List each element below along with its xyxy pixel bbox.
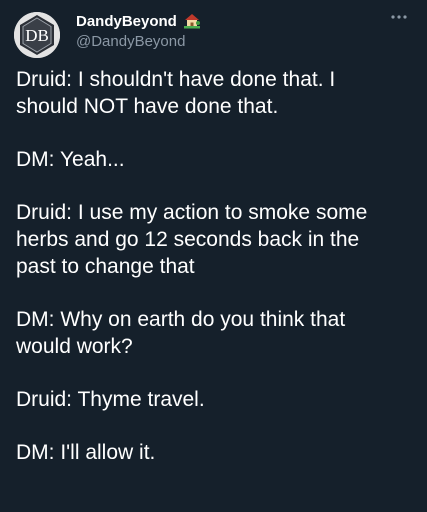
tweet-header: DB DandyBeyond @DandyBeyond (0, 0, 427, 64)
dndbeyond-logo-icon: DB (14, 12, 60, 58)
name-row: DandyBeyond (76, 10, 201, 32)
tweet-paragraph: DM: I'll allow it. (16, 441, 156, 464)
account-names: DandyBeyond @DandyBeyond (76, 10, 201, 50)
tweet-paragraph: DM: Yeah... (16, 148, 125, 171)
tweet-paragraph: DM: Why on earth do you think that would… (16, 308, 346, 358)
avatar[interactable]: DB (14, 12, 60, 58)
avatar-monogram: DB (25, 26, 49, 45)
account-handle[interactable]: @DandyBeyond (76, 33, 201, 50)
more-dots-icon[interactable] (387, 9, 411, 25)
tweet-paragraph: Druid: I shouldn't have done that. I sho… (16, 68, 336, 118)
tweet-text: Druid: I shouldn't have done that. I sho… (16, 66, 412, 492)
tweet-paragraph: Druid: I use my action to smoke some her… (16, 201, 368, 278)
house-with-garden-icon (183, 12, 201, 30)
tweet-paragraph: Druid: Thyme travel. (16, 388, 205, 411)
display-name[interactable]: DandyBeyond (76, 13, 177, 30)
